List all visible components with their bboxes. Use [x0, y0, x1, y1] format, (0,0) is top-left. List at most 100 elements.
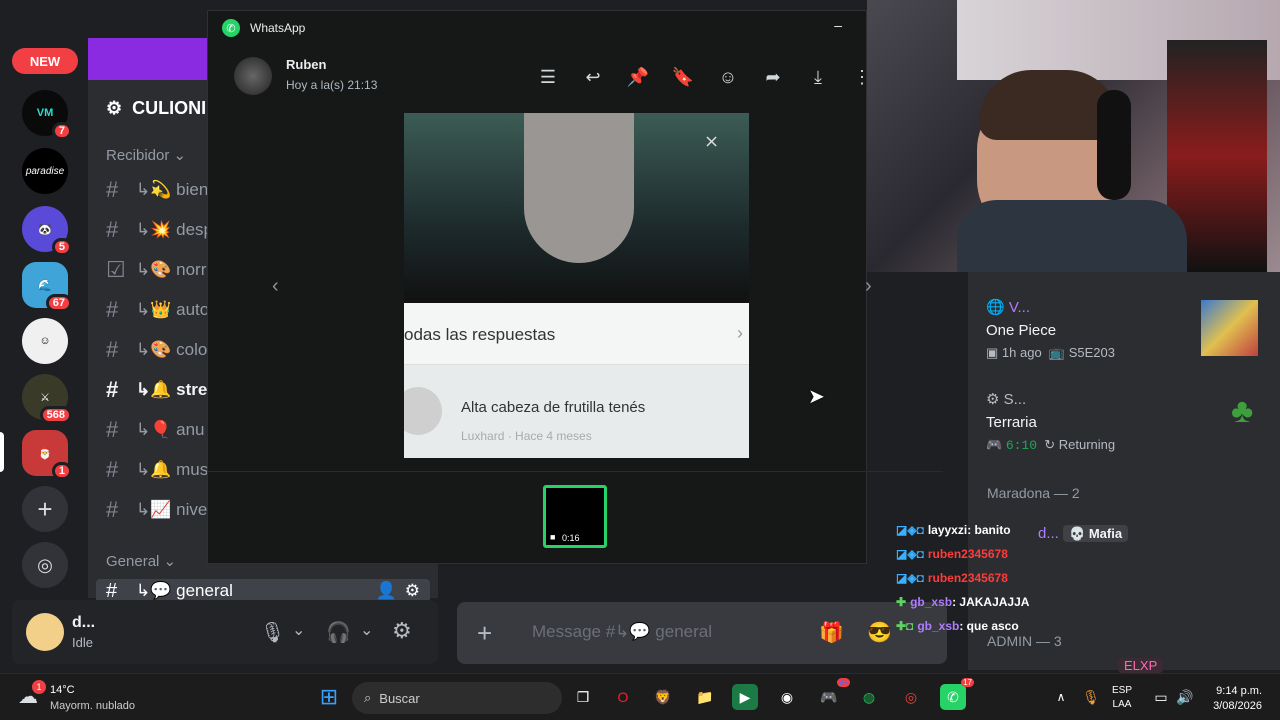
server-icon-manga[interactable]: ☺	[22, 318, 68, 364]
hash-icon: #	[106, 377, 119, 402]
channel-label: ↳🎈 anu	[136, 420, 205, 439]
bookmark-icon[interactable]: 🔖	[671, 65, 695, 89]
channel-item[interactable]: # ↳👑 auto	[106, 295, 209, 325]
channel-label: ↳💬 general	[136, 581, 233, 600]
media-viewer[interactable]: ⨯ odas las respuestas › Alta cabeza de f…	[404, 113, 749, 458]
emoji-react-icon[interactable]: ☺	[716, 65, 740, 89]
category-recibidor[interactable]: Recibidor ⌄	[106, 146, 186, 164]
channel-item[interactable]: ☑ ↳🎨 norr	[106, 255, 206, 285]
hash-icon: #	[106, 297, 119, 322]
member-item[interactable]: ELXP	[1118, 658, 1164, 673]
channel-label: ↳💫 bien	[136, 180, 209, 199]
new-badge: NEW	[12, 48, 78, 74]
thumbnail-selected[interactable]: ■ 0:16	[543, 485, 607, 548]
gear-icon[interactable]: ⚙	[405, 581, 420, 601]
server-icon-vm[interactable]: VM 7	[22, 90, 72, 140]
server-icon-wave[interactable]: 🌊 67	[22, 262, 72, 312]
chevron-right-icon: ›	[737, 323, 743, 343]
search-icon: ⌕	[364, 690, 372, 705]
server-icon-game[interactable]: ⚔ 568	[22, 374, 72, 424]
task-view-icon[interactable]: ❐	[570, 684, 596, 710]
body-shirt	[957, 200, 1187, 272]
obs-icon[interactable]: ◉	[774, 684, 800, 710]
channel-label: ↳🎨 colo	[136, 340, 208, 359]
server-icon-santa[interactable]: 🎅 1	[22, 430, 72, 480]
emoji-icon[interactable]: 😎	[867, 620, 892, 645]
brave-icon[interactable]: 🦁	[650, 684, 676, 710]
channel-label: ↳🎨 norr	[136, 260, 207, 279]
channel-label: ↳💥 desp	[136, 220, 213, 239]
mouse-cursor-icon: ➤	[808, 386, 825, 408]
member-group-header: Maradona — 2	[987, 485, 1080, 501]
windows-start-icon[interactable]: ⊞	[316, 684, 342, 710]
contact-avatar[interactable]	[234, 57, 272, 95]
whatsapp-taskbar-icon[interactable]: ✆ 17	[940, 678, 974, 710]
gift-icon[interactable]: 🎁	[819, 620, 844, 645]
add-server-button[interactable]: +	[22, 486, 68, 532]
avatar[interactable]	[26, 613, 64, 651]
add-attachment-button[interactable]: +	[477, 618, 492, 649]
prev-media-button[interactable]: ‹	[272, 275, 279, 298]
unread-badge: 1	[51, 462, 72, 480]
server-icon-panda[interactable]: 🐼 5	[22, 206, 72, 256]
channel-item[interactable]: # ↳🎨 colo	[106, 335, 207, 365]
reply-icon[interactable]: ↩	[581, 65, 605, 89]
person-face	[524, 113, 634, 263]
server-icon-paradise[interactable]: paradise	[22, 148, 68, 194]
chevron-up-icon[interactable]: ∧	[1048, 684, 1074, 710]
settings-gear-icon[interactable]: ⚙	[392, 618, 412, 644]
display-icon[interactable]: ▭	[1148, 684, 1174, 710]
channel-item[interactable]: # ↳💫 bien	[106, 175, 208, 205]
channel-item[interactable]: # ↳💥 desp	[106, 215, 213, 245]
opera-icon[interactable]: O	[610, 684, 636, 710]
username: d...	[72, 614, 96, 631]
member-item[interactable]: ⚙ S... Terraria 🎮 6:10 ↻ Returning ♣	[986, 390, 1268, 478]
microphone-icon[interactable]: 🎙	[260, 620, 285, 645]
server-name: CULIONI	[132, 98, 207, 118]
headphones-icon[interactable]: 🎧	[326, 620, 351, 645]
video-camera-icon: ■	[550, 532, 556, 542]
chevron-down-icon[interactable]: ⌄	[292, 620, 305, 640]
member-item[interactable]: 🌐 V... One Piece ▣ 1h ago 📺 S5E203	[986, 298, 1268, 386]
channel-item[interactable]: # ↳🔔 mus	[106, 455, 208, 485]
minimize-button[interactable]: –	[834, 17, 842, 33]
badge-icons: ◪◈◘	[896, 547, 924, 561]
member-name: ⚙ S...	[986, 391, 1027, 408]
webcam-overlay	[867, 0, 1280, 272]
spotify-icon[interactable]: ◍	[856, 684, 882, 710]
server-header[interactable]: ⚙ CULIONI	[106, 98, 206, 119]
message-input[interactable]: Message #↳💬 general	[532, 622, 712, 642]
unread-badge: 568	[39, 406, 72, 424]
file-explorer-icon[interactable]: 📁	[692, 684, 718, 710]
badge-icons: ◪◈◘	[896, 571, 924, 585]
chevron-down-icon[interactable]: ⌄	[360, 620, 373, 640]
member-activity-meta: 🎮 6:10 ↻ Returning	[986, 437, 1116, 453]
add-member-icon[interactable]: 👤	[376, 581, 397, 601]
caption-icon[interactable]: ☰	[536, 65, 560, 89]
comment-avatar	[404, 387, 442, 435]
channel-item[interactable]: # ↳📈 nive	[106, 495, 207, 525]
clock[interactable]: 9:14 p.m. 3/08/2026	[1200, 684, 1262, 714]
volume-icon[interactable]: 🔊	[1172, 684, 1198, 710]
capcut-icon: ⨯	[704, 131, 720, 151]
weather-widget[interactable]: ☁ 1 14°C Mayorm. nublado	[18, 680, 148, 716]
channel-item-unread[interactable]: # ↳🔔 stre	[106, 375, 207, 405]
language-indicator[interactable]: ESP LAA	[1112, 684, 1132, 712]
next-media-button[interactable]: ›	[865, 275, 872, 298]
forward-icon[interactable]: ➦	[761, 65, 785, 89]
app-green-icon[interactable]: ▶	[732, 684, 758, 710]
explore-servers-button[interactable]: ◎	[22, 542, 68, 588]
channel-item[interactable]: # ↳🎈 anu	[106, 415, 205, 445]
pin-icon[interactable]: 📌	[626, 65, 650, 89]
unread-badge: 5	[51, 238, 72, 256]
discord-icon[interactable]: 🎮 9+	[816, 678, 850, 710]
taskbar: ☁ 1 14°C Mayorm. nublado ⊞ ⌕ Buscar ❐ O 🦁…	[0, 673, 1280, 720]
channel-label: ↳🔔 mus	[136, 460, 209, 479]
taskbar-search[interactable]: ⌕ Buscar	[352, 682, 562, 714]
chrome-icon[interactable]: ◎	[898, 684, 924, 710]
badge-icons: ✚◘	[896, 619, 914, 633]
category-general[interactable]: General ⌄	[106, 552, 176, 570]
comment-text: Alta cabeza de frutilla tenés	[461, 399, 646, 416]
microphone-icon[interactable]: 🎙	[1078, 684, 1104, 710]
download-icon[interactable]: ⤓	[806, 65, 830, 89]
